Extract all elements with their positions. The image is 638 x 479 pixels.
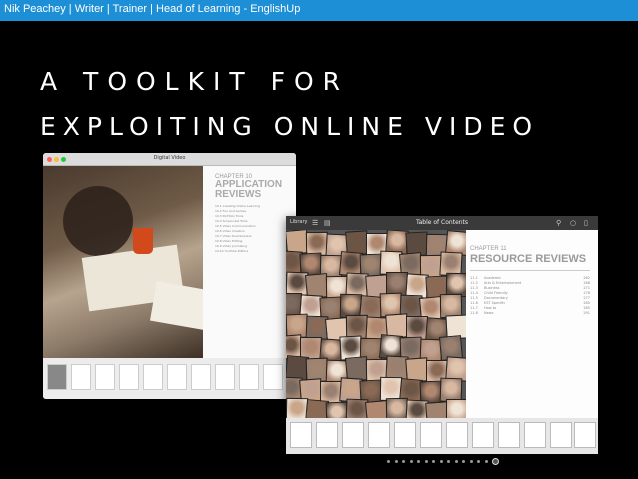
page-thumbnail[interactable]	[239, 364, 259, 390]
pager-dot[interactable]	[447, 460, 450, 463]
pager-dot[interactable]	[402, 460, 405, 463]
classroom-photo	[43, 166, 217, 358]
pager-dot[interactable]	[394, 460, 398, 463]
pager-dot[interactable]	[492, 458, 499, 465]
top-bar: Nik Peachey | Writer | Trainer | Head of…	[0, 0, 638, 21]
chapter-heading: APPLICATION REVIEWS	[215, 179, 283, 200]
pager-dot[interactable]	[462, 460, 465, 463]
toc-item[interactable]: 11.8 News 291	[470, 311, 590, 316]
page-thumbnail[interactable]	[143, 364, 163, 390]
toolbar-title: Table of Contents	[415, 219, 469, 226]
page-thumbnail[interactable]	[47, 364, 67, 390]
page-thumbnail-strip	[43, 358, 296, 399]
page-thumbnail[interactable]	[95, 364, 115, 390]
author-caption: Nik Peachey | Writer | Trainer | Head of…	[4, 3, 301, 15]
ebook-window-front: Library ☰ ▤ Table of Contents ⚲ ○ ▯ CHAP…	[286, 216, 598, 454]
photo-cup	[133, 228, 153, 254]
pager-dot[interactable]	[409, 460, 413, 463]
toc-title: News	[484, 311, 494, 315]
chapter-number: CHAPTER 11	[470, 246, 507, 252]
pager-dot[interactable]	[417, 460, 420, 463]
chapter-toc: 11.1 Academic 262 11.2 Arts & Entertainment 2…	[470, 276, 590, 316]
page-thumbnail-strip	[286, 418, 598, 454]
pager-dot[interactable]	[424, 460, 428, 463]
page-thumbnail[interactable]	[342, 422, 364, 448]
slide-title-line-2: EXPLOITING ONLINE VIDEO	[40, 112, 540, 141]
page-thumbnail[interactable]	[420, 422, 442, 448]
search-icon[interactable]: ○	[570, 219, 576, 227]
window-title: Digital Video	[153, 155, 186, 161]
bookmark-icon[interactable]: ▯	[584, 219, 588, 227]
page-thumbnail[interactable]	[263, 364, 283, 390]
page-thumbnail[interactable]	[446, 422, 468, 448]
pager-dot[interactable]	[432, 460, 435, 463]
ebook-window-back: Digital Video CHAPTER 10 APPLICATION REV…	[43, 153, 296, 399]
pager-dot[interactable]	[454, 460, 458, 463]
page-thumbnail[interactable]	[191, 364, 211, 390]
window-titlebar: Digital Video	[43, 153, 296, 166]
page-thumbnail[interactable]	[394, 422, 416, 448]
chapter-toc: 10.1 Creating Online Learning 10.2 Fun a…	[215, 204, 290, 254]
page-thumbnail[interactable]	[472, 422, 494, 448]
page-thumbnail[interactable]	[498, 422, 520, 448]
chapter-page: CHAPTER 10 APPLICATION REVIEWS 10.1 Crea…	[203, 166, 296, 358]
page-thumbnail[interactable]	[316, 422, 338, 448]
toc-num: 11.8	[470, 311, 478, 315]
slide-title-line-1: A TOOLKIT FOR	[40, 67, 350, 96]
page-thumbnail[interactable]	[290, 422, 312, 448]
page-thumbnail[interactable]	[119, 364, 139, 390]
collage-photo	[446, 399, 466, 418]
chapter-page: CHAPTER 11 RESOURCE REVIEWS 11.1 Academic…	[466, 230, 598, 418]
chapter-heading: RESOURCE REVIEWS	[470, 253, 587, 265]
reader-toolbar: Library ☰ ▤ Table of Contents ⚲ ○ ▯	[286, 216, 598, 230]
toc-page: 291	[583, 311, 590, 315]
pager-dot[interactable]	[477, 460, 480, 463]
page-thumbnail[interactable]	[524, 422, 546, 448]
page-thumbnail[interactable]	[368, 422, 390, 448]
photo-collage	[286, 230, 466, 418]
pager-dot[interactable]	[387, 460, 390, 463]
page-thumbnail[interactable]	[71, 364, 91, 390]
page-thumbnail[interactable]	[215, 364, 235, 390]
divider	[470, 270, 590, 271]
page-thumbnail[interactable]	[167, 364, 187, 390]
slide: A TOOLKIT FOR EXPLOITING ONLINE VIDEO Di…	[0, 21, 638, 479]
pager-dot[interactable]	[484, 460, 488, 463]
toc-item[interactable]: 10.10 YouTube Editors	[215, 249, 290, 254]
photo-person	[63, 186, 133, 256]
pager-dot[interactable]	[469, 460, 473, 463]
page-thumbnail[interactable]	[574, 422, 596, 448]
page-thumbnail[interactable]	[550, 422, 572, 448]
pager-dot[interactable]	[439, 460, 443, 463]
search-icon[interactable]: ⚲	[556, 219, 561, 227]
